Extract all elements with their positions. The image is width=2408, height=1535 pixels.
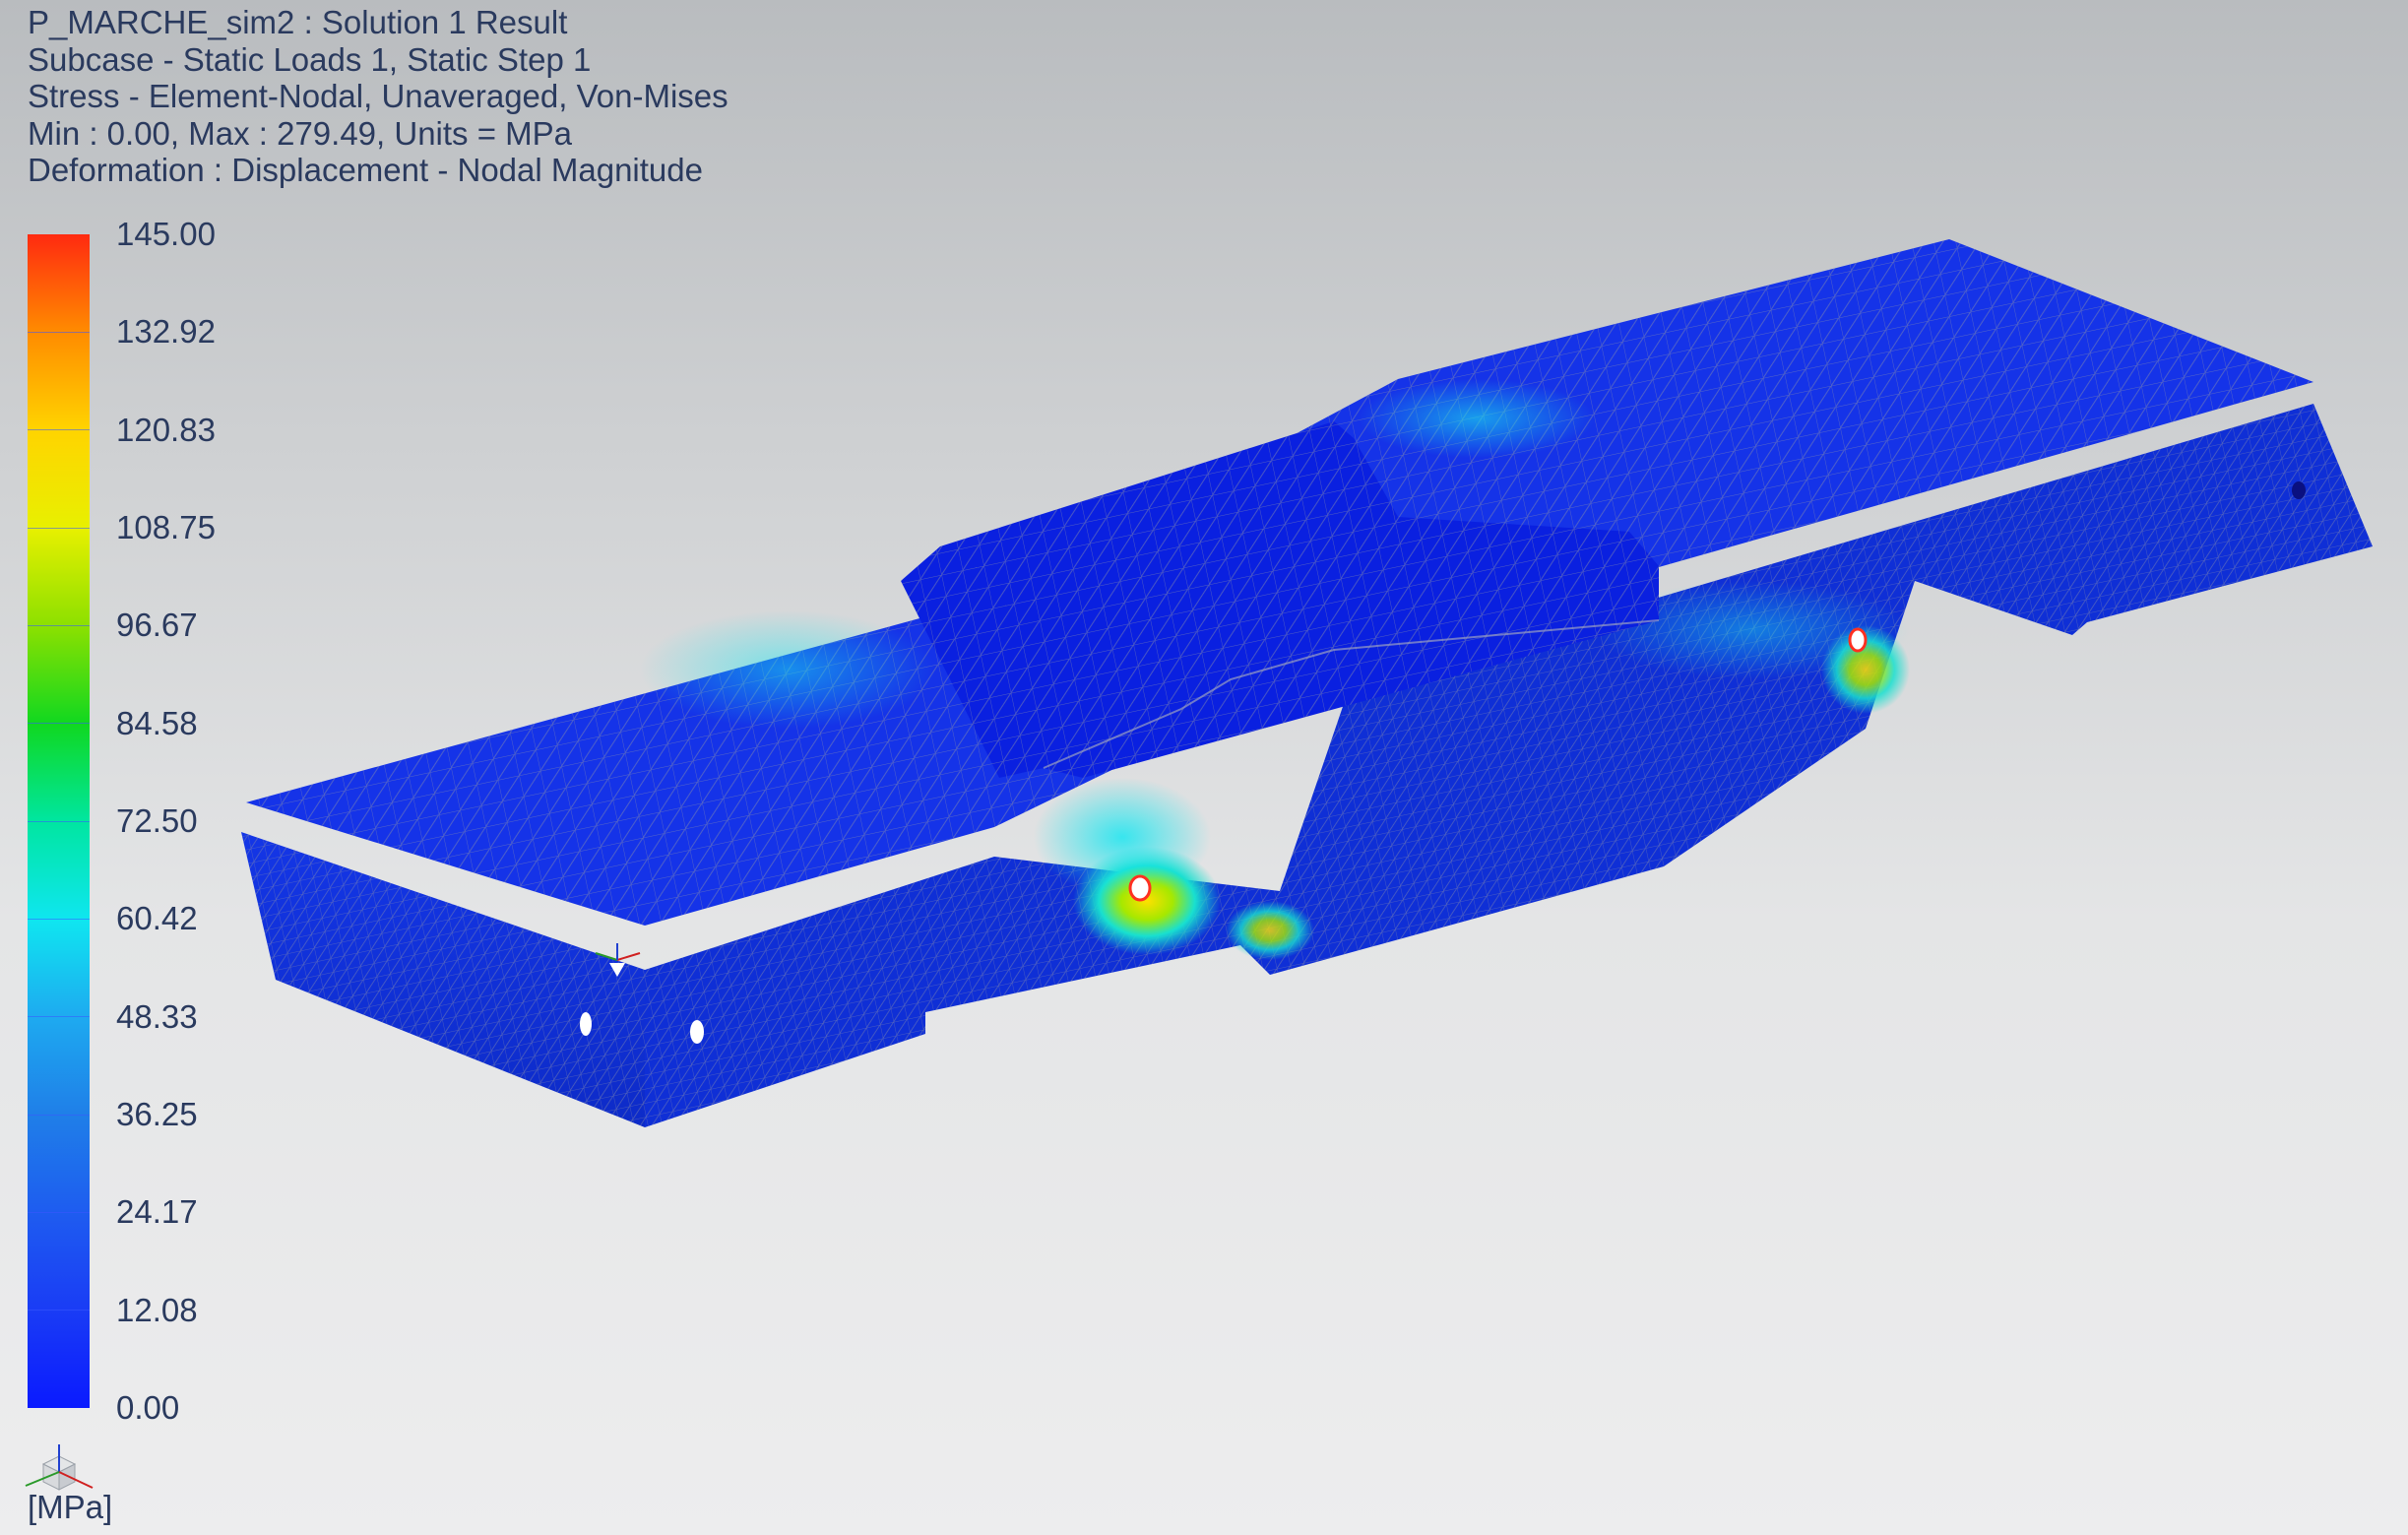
fem-model-view[interactable] [0, 0, 2408, 1535]
legend-label: 145.00 [116, 216, 216, 252]
legend-label: 108.75 [116, 509, 216, 545]
legend-label: 60.42 [116, 900, 198, 936]
legend-label: 36.25 [116, 1096, 198, 1132]
hole-marker [690, 1020, 704, 1044]
hole-marker [580, 1012, 592, 1036]
legend-label: 96.67 [116, 607, 198, 643]
stress-colorbar [28, 234, 90, 1408]
legend-label: 12.08 [116, 1292, 198, 1328]
legend-label: 0.00 [116, 1389, 180, 1426]
legend-label: 120.83 [116, 412, 216, 448]
legend-label: 84.58 [116, 705, 198, 741]
legend-label: 72.50 [116, 802, 198, 839]
legend-label: 48.33 [116, 998, 198, 1035]
legend-label: 132.92 [116, 313, 216, 350]
hole-marker [2292, 481, 2306, 499]
hole-marker [1128, 874, 1152, 902]
legend-units: [MPa] [28, 1489, 113, 1525]
legend-label: 24.17 [116, 1193, 198, 1230]
hole-marker [1848, 627, 1868, 653]
